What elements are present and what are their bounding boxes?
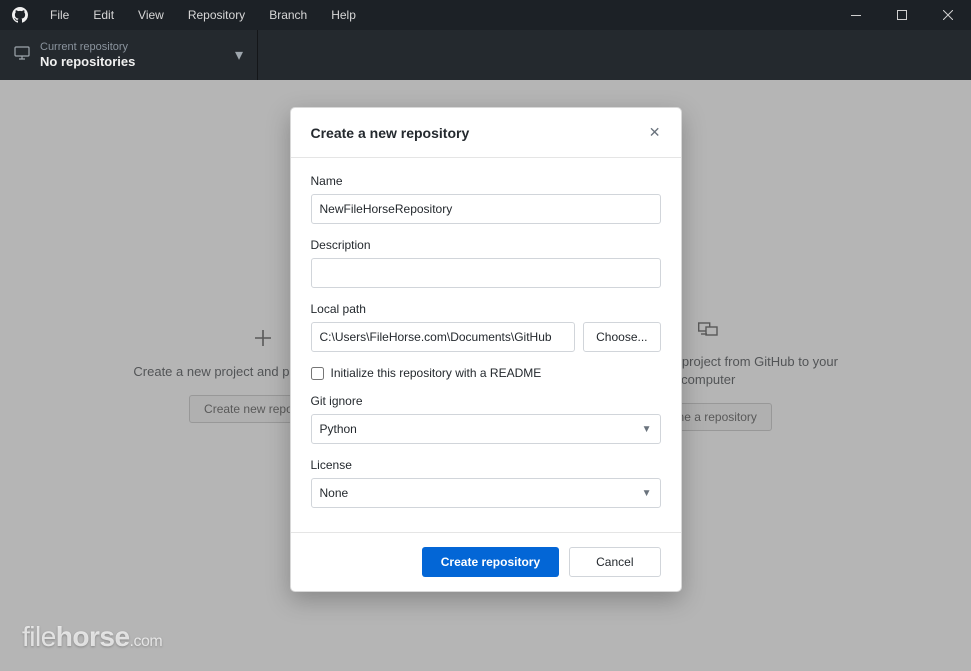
modal-body: Name Description Local path Choose... In… (291, 158, 681, 532)
modal-header: Create a new repository ✕ (291, 108, 681, 158)
menu-help[interactable]: Help (319, 0, 368, 30)
watermark: filehorse.com (22, 621, 162, 653)
description-input[interactable] (311, 258, 661, 288)
name-label: Name (311, 174, 661, 188)
repository-selector[interactable]: Current repository No repositories ▾ (0, 30, 258, 80)
local-path-label: Local path (311, 302, 661, 316)
chevron-down-icon: ▼ (642, 488, 652, 499)
create-repository-modal: Create a new repository ✕ Name Descripti… (290, 107, 682, 592)
titlebar: File Edit View Repository Branch Help (0, 0, 971, 30)
menu-repository[interactable]: Repository (176, 0, 257, 30)
repository-selector-label: Current repository (40, 40, 235, 54)
desktop-icon (14, 45, 30, 66)
cancel-button[interactable]: Cancel (569, 547, 660, 577)
modal-title: Create a new repository (311, 125, 649, 141)
chevron-down-icon: ▾ (235, 45, 243, 65)
close-icon[interactable]: ✕ (649, 124, 661, 141)
license-select[interactable]: None ▼ (311, 478, 661, 508)
choose-button[interactable]: Choose... (583, 322, 660, 352)
readme-checkbox[interactable] (311, 367, 324, 380)
menu-edit[interactable]: Edit (81, 0, 126, 30)
modal-footer: Create repository Cancel (291, 532, 681, 591)
repository-selector-text: Current repository No repositories (40, 40, 235, 70)
menu-file[interactable]: File (38, 0, 81, 30)
name-input[interactable] (311, 194, 661, 224)
description-label: Description (311, 238, 661, 252)
gitignore-label: Git ignore (311, 394, 661, 408)
close-button[interactable] (925, 0, 971, 30)
local-path-input[interactable] (311, 322, 576, 352)
license-label: License (311, 458, 661, 472)
repository-selector-value: No repositories (40, 54, 235, 70)
gitignore-value: Python (320, 422, 357, 436)
readme-label: Initialize this repository with a README (331, 366, 542, 380)
toolbar: Current repository No repositories ▾ (0, 30, 971, 80)
maximize-button[interactable] (879, 0, 925, 30)
menu-view[interactable]: View (126, 0, 176, 30)
license-value: None (320, 486, 349, 500)
github-logo-icon (12, 7, 28, 23)
minimize-button[interactable] (833, 0, 879, 30)
menu-branch[interactable]: Branch (257, 0, 319, 30)
chevron-down-icon: ▼ (642, 424, 652, 435)
create-repository-button[interactable]: Create repository (422, 547, 559, 577)
gitignore-select[interactable]: Python ▼ (311, 414, 661, 444)
window-controls (833, 0, 971, 30)
